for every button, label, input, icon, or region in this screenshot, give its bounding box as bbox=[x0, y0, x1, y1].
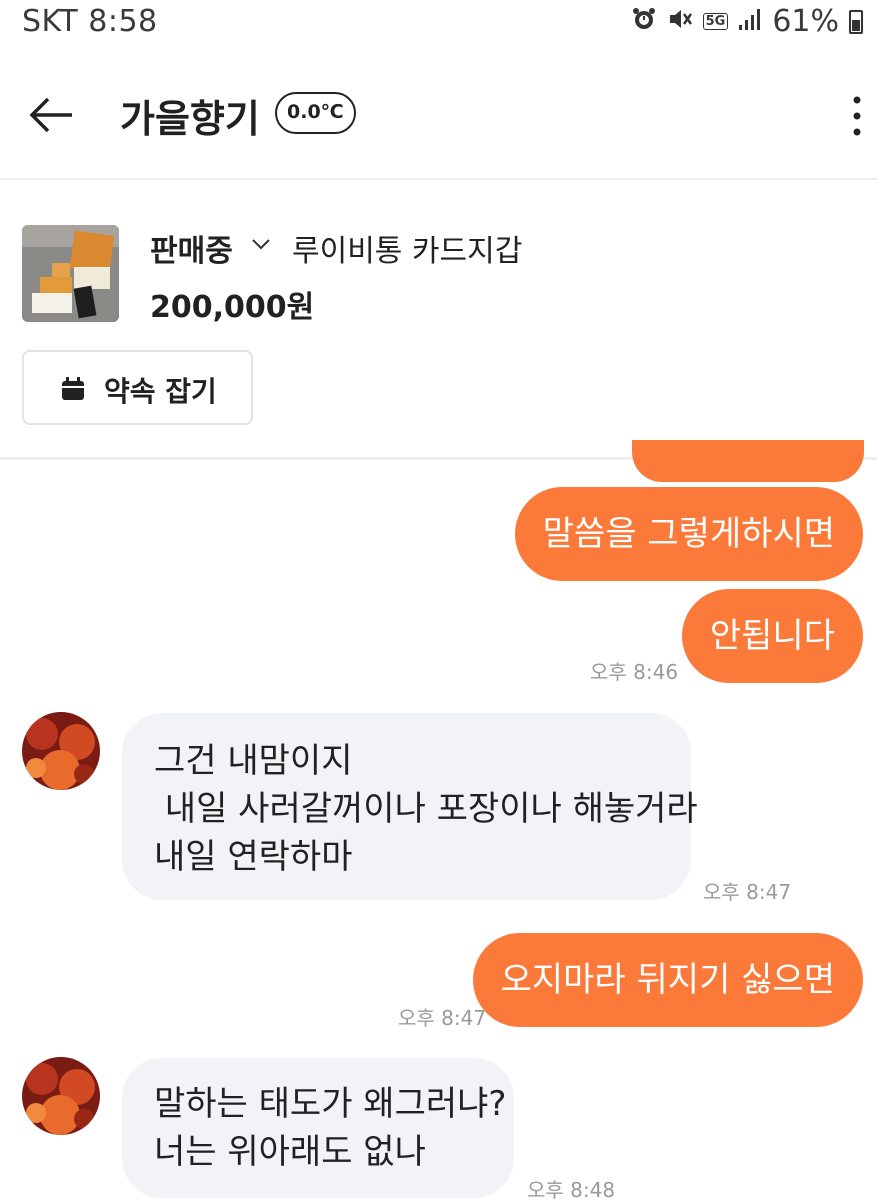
carrier-time: SKT 8:58 bbox=[22, 4, 158, 39]
signal-icon bbox=[738, 7, 762, 37]
product-price: 200,000원 bbox=[150, 290, 315, 325]
message-bubble-partial bbox=[632, 440, 864, 482]
message-line: 내일 연락하마 bbox=[154, 837, 353, 877]
message-line: 그건 내맘이지 bbox=[154, 741, 353, 781]
message-bubble-outgoing[interactable]: 말씀을 그렇게하시면 bbox=[514, 487, 863, 581]
mute-icon bbox=[667, 6, 693, 38]
message-bubble-incoming[interactable]: 말하는 태도가 왜그러냐? 너는 위아래도 없나 bbox=[122, 1058, 514, 1198]
battery-percent: 61% bbox=[772, 4, 839, 39]
message-text: 말씀을 그렇게하시면 bbox=[542, 514, 835, 554]
message-timestamp: 오후 8:47 bbox=[703, 880, 792, 904]
5g-icon: 5G bbox=[702, 13, 729, 30]
message-line: 너는 위아래도 없나 bbox=[154, 1132, 426, 1172]
chevron-down-icon[interactable] bbox=[250, 232, 272, 260]
message-bubble-incoming[interactable]: 그건 내맘이지 내일 사러갈꺼이나 포장이나 해놓거라 내일 연락하마 bbox=[122, 713, 698, 900]
avatar[interactable] bbox=[22, 712, 100, 790]
message-text: 오지마라 뒤지기 싫으면 bbox=[500, 960, 835, 1000]
sale-status-dropdown[interactable]: 판매중 bbox=[150, 226, 233, 270]
status-bar: SKT 8:58 5G 61% bbox=[0, 0, 877, 48]
manner-temperature-badge[interactable]: 0.0℃ bbox=[275, 92, 356, 134]
message-timestamp: 오후 8:47 bbox=[398, 1006, 487, 1030]
make-appointment-button[interactable]: 약속 잡기 bbox=[22, 350, 253, 425]
message-timestamp: 오후 8:48 bbox=[527, 1178, 616, 1202]
product-thumbnail[interactable] bbox=[22, 225, 119, 322]
product-info: 판매중 루이비통 카드지갑 200,000원 약속 잡기 bbox=[0, 182, 877, 460]
appointment-label: 약속 잡기 bbox=[104, 375, 217, 408]
message-timestamp: 오후 8:46 bbox=[590, 660, 679, 684]
chat-header: 가을향기 0.0℃ bbox=[0, 60, 877, 180]
alarm-icon bbox=[631, 6, 657, 38]
message-bubble-outgoing[interactable]: 안됩니다 bbox=[681, 589, 863, 683]
message-bubble-outgoing[interactable]: 오지마라 뒤지기 싫으면 bbox=[472, 933, 863, 1027]
message-line: 내일 사러갈꺼이나 포장이나 해놓거라 bbox=[154, 789, 698, 829]
more-options-icon[interactable] bbox=[845, 94, 869, 138]
message-line: 말하는 태도가 왜그러냐? bbox=[154, 1084, 507, 1124]
message-text: 안됩니다 bbox=[709, 616, 835, 656]
product-name[interactable]: 루이비통 카드지갑 bbox=[292, 226, 522, 270]
chat-partner-name[interactable]: 가을향기 bbox=[120, 88, 260, 143]
status-icons: 5G 61% bbox=[631, 4, 863, 39]
back-arrow-icon[interactable] bbox=[26, 90, 76, 140]
battery-icon bbox=[849, 9, 863, 34]
avatar[interactable] bbox=[22, 1057, 100, 1135]
calendar-icon bbox=[62, 377, 84, 400]
